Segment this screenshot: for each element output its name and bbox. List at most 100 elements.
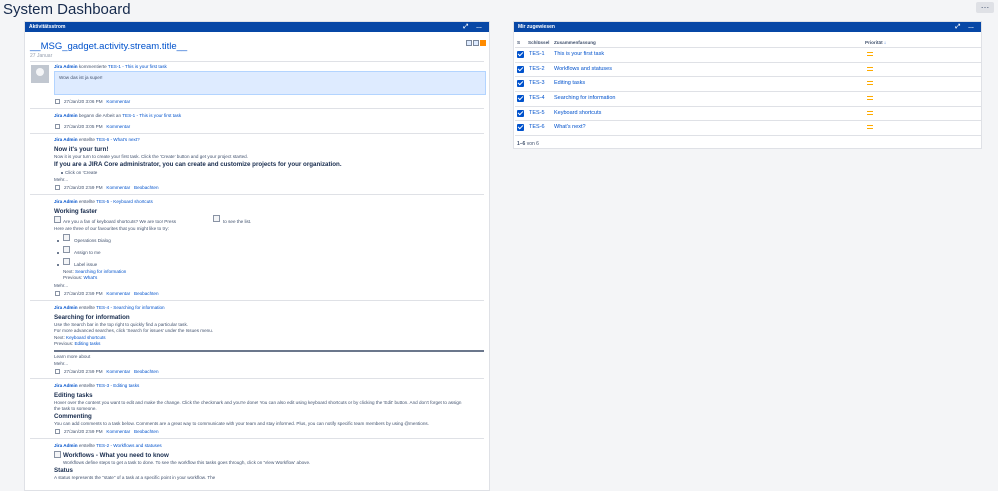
watch-link[interactable]: Beobachten — [134, 369, 159, 374]
list-item: Assign to me — [74, 250, 101, 255]
table-row[interactable]: TES-4 Searching for information — [515, 91, 981, 106]
more-link[interactable]: Mehr... — [54, 283, 68, 288]
table-row[interactable]: TES-5 Keyboard shortcuts — [515, 106, 981, 121]
entry-heading: Workflows - What you need to know — [63, 452, 169, 459]
next-link[interactable]: Keyboard shortcuts — [66, 335, 106, 340]
image-placeholder-icon — [213, 215, 220, 222]
comment-box: Wow das ist ja super! — [54, 71, 486, 95]
assigned-to-me-gadget: Mir zugewiesen ⤢ … S Schlüssel Zusammenf… — [513, 21, 982, 149]
issue-link[interactable]: TES-2 — [96, 443, 109, 448]
list-view-icon[interactable] — [466, 40, 472, 46]
issue-key-link[interactable]: TES-6 — [529, 124, 545, 130]
entry-heading: Editing tasks — [54, 392, 93, 399]
gadget-header: Aktivitätsstrom ⤢ … — [25, 22, 489, 32]
priority-medium-icon — [867, 111, 873, 115]
stream-title[interactable]: __MSG_gadget.activity.stream.title__ — [30, 41, 187, 52]
issue-key-link[interactable]: TES-4 — [529, 95, 545, 101]
divider — [30, 194, 484, 195]
comment-link[interactable]: Kommentar — [106, 369, 130, 374]
column-header-priority[interactable]: Priorität ↓ — [865, 40, 886, 45]
table-row[interactable]: TES-2 Workflows and statuses — [515, 62, 981, 77]
user-link[interactable]: Jira Admin — [54, 443, 78, 448]
entry-footer: 27/Jan/20 2:59 PM Kommentar Beobachten — [64, 369, 159, 374]
user-link[interactable]: Jira Admin — [54, 383, 78, 388]
divider — [30, 108, 484, 109]
issue-summary-link[interactable]: Editing tasks — [554, 80, 585, 86]
comment-link[interactable]: Kommentar — [106, 124, 130, 129]
entry-footer: 27/Jan/20 2:59 PM Kommentar Beobachten — [64, 185, 159, 190]
stream-icons — [466, 40, 486, 46]
column-header-type[interactable]: S — [517, 40, 520, 45]
issue-link[interactable]: TES-4 — [96, 305, 109, 310]
activity-entry-header: Jira Admin erstellte TES-4 - Searching f… — [54, 305, 165, 310]
entry-footer: 27/Jan/20 3:06 PM Kommentar — [64, 99, 131, 104]
gadget-controls[interactable]: ⤢ … — [956, 22, 977, 32]
comment-link[interactable]: Kommentar — [106, 291, 130, 296]
user-link[interactable]: Jira Admin — [54, 64, 78, 69]
entry-bullet: Click on 'Create — [65, 170, 98, 175]
issue-key-link[interactable]: TES-3 — [529, 80, 545, 86]
issue-summary-link[interactable]: This is your first task — [554, 51, 604, 57]
column-header-summary[interactable]: Zusammenfassung — [554, 40, 596, 45]
watch-link[interactable]: Beobachten — [134, 291, 159, 296]
issue-key-link[interactable]: TES-5 — [529, 110, 545, 116]
entry-text: Now it is your turn to create your first… — [54, 154, 249, 159]
comment-link[interactable]: Kommentar — [106, 99, 130, 104]
stream-date: 27 Januar — [30, 53, 53, 59]
issue-summary-link[interactable]: What's next? — [554, 124, 586, 130]
sort-desc-icon[interactable]: ↓ — [884, 40, 886, 45]
prev-link[interactable]: Editing tasks — [74, 341, 100, 346]
more-link[interactable]: Mehr... — [54, 177, 68, 182]
divider — [54, 350, 484, 352]
column-header-key[interactable]: Schlüssel — [528, 40, 549, 45]
user-link[interactable]: Jira Admin — [54, 199, 78, 204]
next-link[interactable]: Searching for information — [75, 269, 126, 274]
activity-entry-header: Jira Admin erstellte TES-6 - What's next… — [54, 137, 140, 142]
next-line: Next: Keyboard shortcuts — [54, 335, 106, 340]
issue-summary-link[interactable]: Workflows and statuses — [554, 66, 612, 72]
entry-text: You can add comments to a task below. Co… — [54, 421, 429, 426]
issue-key-link[interactable]: TES-1 — [529, 51, 545, 57]
table-row[interactable]: TES-1 This is your first task — [515, 47, 981, 62]
divider — [515, 135, 981, 136]
rss-icon[interactable] — [480, 40, 486, 46]
activity-stream-gadget: Aktivitätsstrom ⤢ … __MSG_gadget.activit… — [24, 21, 490, 491]
issue-link[interactable]: TES-3 — [96, 383, 109, 388]
image-placeholder-icon — [54, 216, 61, 223]
issue-key-link[interactable]: TES-2 — [529, 66, 545, 72]
entry-text: Are you a fan of keyboard shortcuts? We … — [63, 219, 177, 224]
user-link[interactable]: Jira Admin — [54, 113, 78, 118]
entry-text: A status represents the "state" of a tas… — [54, 475, 216, 480]
comment-link[interactable]: Kommentar — [106, 429, 130, 434]
user-link[interactable]: Jira Admin — [54, 305, 78, 310]
priority-medium-icon — [867, 67, 873, 71]
gadget-controls[interactable]: ⤢ … — [464, 22, 485, 32]
issue-link[interactable]: TES-1 — [108, 64, 121, 69]
watch-link[interactable]: Beobachten — [134, 185, 159, 190]
comment-link[interactable]: Kommentar — [106, 185, 130, 190]
issue-link[interactable]: TES-5 — [96, 199, 109, 204]
bullet — [57, 252, 59, 254]
table-row[interactable]: TES-6 What's next? — [515, 120, 981, 135]
task-type-icon — [517, 110, 524, 117]
issue-link[interactable]: TES-6 — [96, 137, 109, 142]
more-options-button[interactable]: … — [976, 1, 994, 13]
issue-link[interactable]: TES-1 — [122, 113, 135, 118]
issue-summary-link[interactable]: Searching for information — [554, 95, 615, 101]
prev-link[interactable]: What's — [83, 275, 97, 280]
activity-entry-header: Jira Admin erstellte TES-3 - Editing tas… — [54, 383, 140, 388]
activity-entry-header: Jira Admin erstellte TES-5 - Keyboard sh… — [54, 199, 153, 204]
user-link[interactable]: Jira Admin — [54, 137, 78, 142]
list-item: Operations Dialog — [74, 238, 111, 243]
watch-link[interactable]: Beobachten — [134, 429, 159, 434]
image-placeholder-icon — [63, 234, 70, 241]
entry-heading: Commenting — [54, 413, 92, 420]
issue-summary-link[interactable]: Keyboard shortcuts — [554, 110, 601, 116]
filter-icon[interactable] — [473, 40, 479, 46]
more-link[interactable]: Mehr... — [54, 361, 68, 366]
table-row[interactable]: TES-3 Editing tasks — [515, 76, 981, 91]
entry-text: For more advanced searches, click 'Searc… — [54, 328, 214, 333]
image-placeholder-icon — [63, 258, 70, 265]
learn-more-link[interactable]: Learn more about — [54, 354, 90, 359]
priority-medium-icon — [867, 52, 873, 56]
